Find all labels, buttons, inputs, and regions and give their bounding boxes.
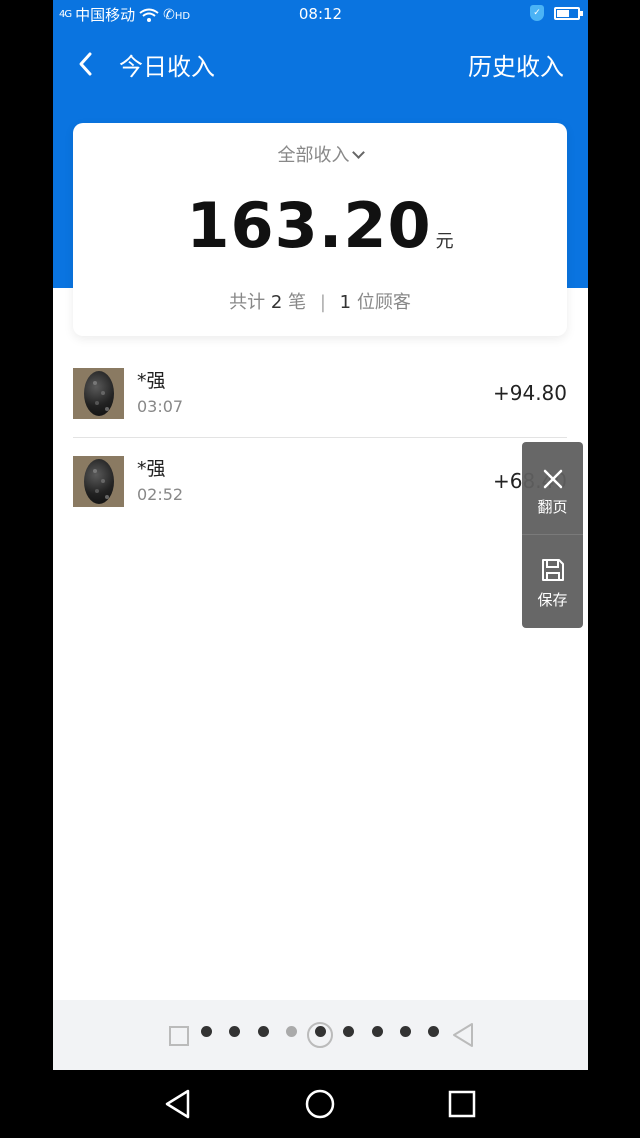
transaction-count: 2 — [270, 292, 283, 313]
transaction-time: 03:07 — [137, 397, 184, 416]
list-item[interactable]: *强 03:07 +94.80 — [73, 350, 567, 438]
page-dot[interactable] — [201, 1026, 212, 1037]
page-dot[interactable] — [428, 1026, 439, 1037]
total-amount-row: 163.20 元 — [73, 189, 567, 262]
summary-stats: 共计 2 笔 | 1 位顾客 — [73, 288, 567, 314]
page-dot-active[interactable] — [315, 1026, 326, 1037]
list-item[interactable]: *强 02:52 +68.40 — [73, 438, 567, 526]
close-icon — [543, 469, 563, 489]
battery-level — [557, 9, 569, 17]
status-right: ✓ — [530, 5, 583, 21]
income-summary-card: 全部收入 163.20 元 共计 2 笔 | 1 位顾客 — [73, 123, 567, 336]
currency-unit: 元 — [435, 231, 454, 252]
page-dot[interactable] — [400, 1026, 411, 1037]
floating-tool-panel: 翻页 保存 — [522, 442, 583, 628]
page-indicator-bar — [53, 1000, 588, 1070]
avatar — [73, 368, 124, 419]
customer-name: *强 — [137, 370, 166, 392]
avatar — [73, 456, 124, 507]
transaction-amount: +94.80 — [492, 381, 567, 405]
system-navigation-bar — [0, 1070, 640, 1138]
nav-home-icon[interactable] — [304, 1088, 336, 1120]
history-income-button[interactable]: 历史收入 — [468, 47, 564, 82]
page-dot[interactable] — [372, 1026, 383, 1037]
count-prefix: 共计 — [229, 292, 266, 313]
save-icon — [542, 559, 564, 581]
page-dot[interactable] — [229, 1026, 240, 1037]
transaction-time: 02:52 — [137, 485, 184, 504]
filter-label: 全部收入 — [277, 145, 350, 166]
separator: | — [319, 292, 326, 313]
status-time: 08:12 — [298, 5, 343, 23]
customer-name: *强 — [137, 458, 166, 480]
nav-back-icon[interactable] — [162, 1088, 194, 1120]
income-filter-dropdown[interactable]: 全部收入 — [73, 141, 567, 167]
count-unit: 笔 — [288, 292, 307, 313]
nav-recents-icon[interactable] — [446, 1088, 478, 1120]
save-button[interactable]: 保存 — [522, 535, 583, 628]
customer-count: 1 — [339, 292, 352, 313]
battery-icon — [554, 6, 583, 20]
app-screen: 4G 中国移动 ✆HD 08:12 ✓ 今日收入 历史收入 全部收入 163.2… — [53, 0, 588, 1070]
page-title: 今日收入 — [119, 53, 215, 81]
shield-icon: ✓ — [530, 5, 544, 21]
save-label: 保存 — [537, 591, 568, 609]
page-turn-label: 翻页 — [537, 498, 568, 516]
back-button[interactable] — [73, 50, 101, 78]
page-dot[interactable] — [343, 1026, 354, 1037]
back-chevron-icon — [79, 52, 92, 76]
customers-unit: 位顾客 — [356, 292, 411, 313]
square-icon[interactable] — [169, 1026, 189, 1046]
page-dot[interactable] — [258, 1026, 269, 1037]
chevron-down-icon — [351, 146, 365, 159]
status-bar: 4G 中国移动 ✆HD 08:12 ✓ — [53, 0, 588, 28]
page-dot[interactable] — [286, 1026, 297, 1037]
page-turn-button[interactable]: 翻页 — [522, 442, 583, 535]
transaction-list: *强 03:07 +94.80 *强 02:52 +68.40 — [73, 350, 567, 526]
triangle-back-icon[interactable] — [451, 1022, 475, 1048]
total-amount: 163.20 — [186, 189, 432, 262]
